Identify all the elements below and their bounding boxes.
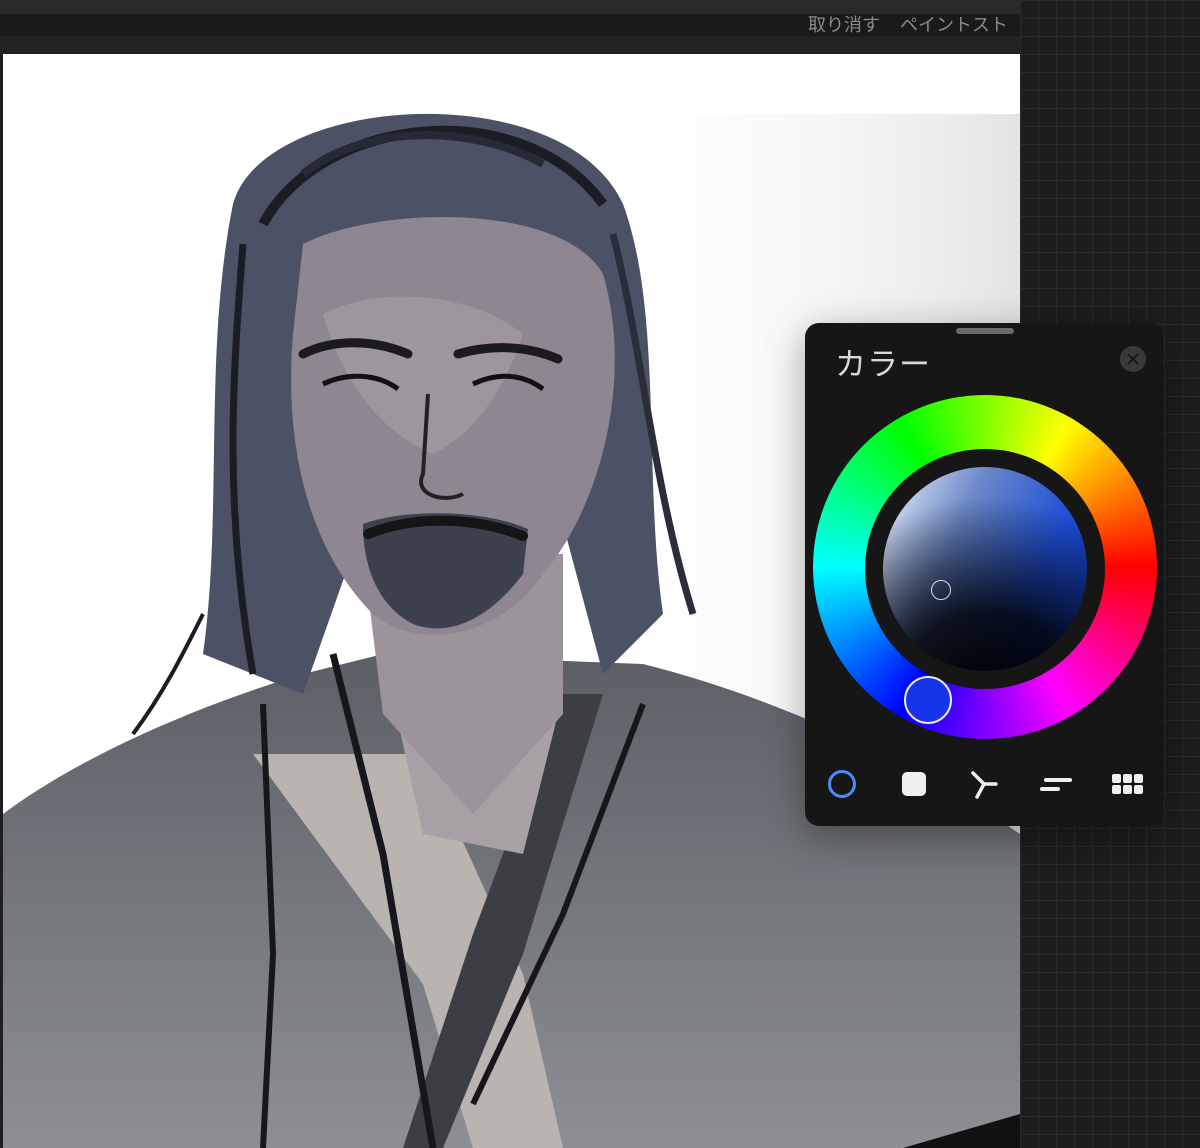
hue-marker[interactable]	[904, 676, 952, 724]
paint-stroke-button[interactable]: ペイントスト	[900, 17, 1008, 35]
close-button[interactable]	[1120, 346, 1146, 372]
grid-icon	[1112, 774, 1143, 794]
toolbar: 取り消す ペイントスト	[0, 14, 1020, 36]
undo-button[interactable]: 取り消す	[808, 17, 880, 35]
value-mode-tab[interactable]	[1038, 767, 1072, 801]
circle-icon	[828, 770, 856, 798]
sliders-icon	[1040, 778, 1072, 791]
disc-mode-tab[interactable]	[825, 767, 859, 801]
toolbar-divider	[0, 36, 1020, 54]
color-mode-tabs	[805, 763, 1163, 803]
color-panel[interactable]: カラー	[805, 323, 1163, 826]
square-icon	[902, 772, 926, 796]
harmony-icon	[971, 771, 998, 799]
panel-title: カラー	[835, 347, 931, 383]
saturation-brightness-disc[interactable]	[883, 467, 1087, 671]
classic-mode-tab[interactable]	[897, 767, 931, 801]
harmony-mode-tab[interactable]	[967, 767, 1001, 801]
saturation-brightness-marker[interactable]	[931, 580, 951, 600]
palettes-mode-tab[interactable]	[1110, 767, 1144, 801]
drag-handle[interactable]	[956, 328, 1014, 334]
top-bar	[0, 0, 1020, 14]
